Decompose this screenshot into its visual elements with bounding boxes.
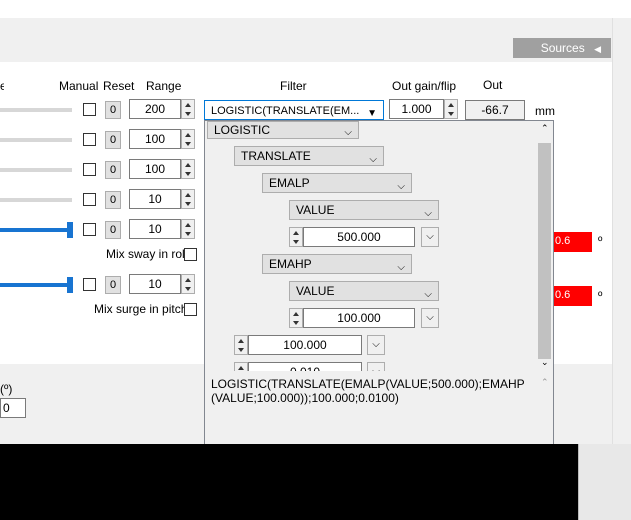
reset-button[interactable]: 0 <box>105 101 121 119</box>
scroll-thumb[interactable] <box>538 143 551 359</box>
range-input[interactable]: 10 <box>129 189 181 209</box>
slider-track-filled[interactable] <box>0 283 68 287</box>
slider-track[interactable] <box>0 168 72 172</box>
number-spinner[interactable] <box>289 308 303 328</box>
header-cut: e <box>0 79 4 93</box>
range-spinner[interactable] <box>181 219 195 239</box>
out-gain-spinner[interactable] <box>444 99 458 119</box>
left-bottom-label: (º) <box>0 382 13 396</box>
out-value: -66.7 <box>465 100 525 120</box>
emahp-select[interactable]: EMAHP ⌵ <box>262 254 412 274</box>
degree-unit: º <box>598 289 603 303</box>
unit-mm: mm <box>535 104 555 118</box>
bottom-dark-area <box>0 444 578 520</box>
number-input[interactable]: 100.000 <box>248 335 362 355</box>
range-input[interactable]: 100 <box>129 129 181 149</box>
slider-track[interactable] <box>0 138 72 142</box>
mix-sway-checkbox[interactable] <box>184 248 197 261</box>
emalp-label: EMALP <box>269 176 310 190</box>
top-bar <box>0 0 631 18</box>
header-manual: Manual <box>59 79 99 93</box>
translate-label: TRANSLATE <box>241 149 311 163</box>
range-input[interactable]: 200 <box>129 99 181 119</box>
slider-thumb[interactable] <box>67 277 73 293</box>
emahp-label: EMAHP <box>269 257 312 271</box>
mix-sway-label: Mix sway in roll <box>106 247 188 261</box>
arrow-left-icon: ◀ <box>594 44 601 54</box>
slider-track-filled[interactable] <box>0 228 68 232</box>
logistic-select[interactable]: LOGISTIC ⌵ <box>207 121 359 139</box>
value-select[interactable]: VALUE ⌵ <box>289 200 439 220</box>
manual-checkbox[interactable] <box>83 103 96 116</box>
red-output: 0.6 <box>552 286 592 306</box>
number-input[interactable]: 500.000 <box>303 227 415 247</box>
translate-select[interactable]: TRANSLATE ⌵ <box>234 146 384 166</box>
header-out-gain: Out gain/flip <box>392 79 457 93</box>
chevron-up-icon[interactable]: ⌃ <box>541 123 549 134</box>
number-input[interactable]: 0.010 <box>248 362 362 371</box>
chevron-down-icon: ⌵ <box>369 154 377 165</box>
logistic-label: LOGISTIC <box>214 123 271 137</box>
chevron-up-icon[interactable]: ⌃ <box>541 377 549 388</box>
range-spinner[interactable] <box>181 159 195 179</box>
reset-button[interactable]: 0 <box>105 276 121 294</box>
chevron-down-icon: ⌵ <box>424 289 432 300</box>
manual-checkbox[interactable] <box>83 163 96 176</box>
chevron-down-icon: ⌵ <box>397 181 405 192</box>
number-input[interactable]: 100.000 <box>303 308 415 328</box>
header-out: Out <box>483 78 503 92</box>
reset-button[interactable]: 0 <box>105 221 121 239</box>
left-bottom-input[interactable]: 0 <box>0 398 26 418</box>
chevron-down-icon[interactable]: ⌵ <box>421 308 439 328</box>
mix-surge-label: Mix surge in pitch <box>94 302 188 316</box>
chevron-down-icon[interactable]: ⌵ <box>367 335 385 355</box>
value-select[interactable]: VALUE ⌵ <box>289 281 439 301</box>
chevron-down-icon[interactable]: ⌵ <box>421 227 439 247</box>
chevron-down-icon[interactable]: ⌵ <box>367 362 385 371</box>
header-filter: Filter <box>280 79 307 93</box>
reset-button[interactable]: 0 <box>105 131 121 149</box>
reset-button[interactable]: 0 <box>105 191 121 209</box>
chevron-down-icon[interactable]: ⌄ <box>541 357 549 368</box>
value-label: VALUE <box>296 203 335 217</box>
sources-label: Sources <box>540 41 585 55</box>
range-spinner[interactable] <box>181 274 195 294</box>
manual-checkbox[interactable] <box>83 133 96 146</box>
range-spinner[interactable] <box>181 99 195 119</box>
chevron-down-icon: ⌵ <box>397 262 405 273</box>
manual-checkbox[interactable] <box>83 223 96 236</box>
manual-checkbox[interactable] <box>83 278 96 291</box>
chevron-down-icon: ⌵ <box>424 208 432 219</box>
bottom-right-panel <box>578 444 631 520</box>
mix-surge-checkbox[interactable] <box>184 303 197 316</box>
reset-button[interactable]: 0 <box>105 161 121 179</box>
chevron-down-icon: ⌵ <box>344 127 352 138</box>
filter-tree: LOGISTIC ⌵ TRANSLATE ⌵ EMALP ⌵ VALUE ⌵ 500.0… <box>205 121 537 371</box>
manual-checkbox[interactable] <box>83 193 96 206</box>
range-spinner[interactable] <box>181 189 195 209</box>
range-input[interactable]: 10 <box>129 219 181 239</box>
filter-selected: LOGISTIC(TRANSLATE(EM... <box>211 105 360 117</box>
sources-button[interactable]: Sources ◀ <box>513 38 611 58</box>
tree-scrollbar[interactable]: ⌃ ⌄ <box>537 121 553 371</box>
header-reset: Reset <box>103 79 135 93</box>
filter-select[interactable]: LOGISTIC(TRANSLATE(EM... ▼ <box>204 100 384 120</box>
number-spinner[interactable] <box>234 335 248 355</box>
range-input[interactable]: 100 <box>129 159 181 179</box>
slider-track[interactable] <box>0 108 72 112</box>
out-gain-input[interactable]: 1.000 <box>389 99 444 119</box>
range-input[interactable]: 10 <box>129 274 181 294</box>
right-edge <box>612 18 631 444</box>
range-spinner[interactable] <box>181 129 195 149</box>
red-output: 0.6 <box>552 232 592 252</box>
degree-unit: º <box>598 234 603 248</box>
value-label: VALUE <box>296 284 335 298</box>
header-range: Range <box>146 79 182 93</box>
slider-thumb[interactable] <box>67 222 73 238</box>
number-spinner[interactable] <box>289 227 303 247</box>
emalp-select[interactable]: EMALP ⌵ <box>262 173 412 193</box>
number-spinner[interactable] <box>234 362 248 371</box>
slider-track[interactable] <box>0 198 72 202</box>
